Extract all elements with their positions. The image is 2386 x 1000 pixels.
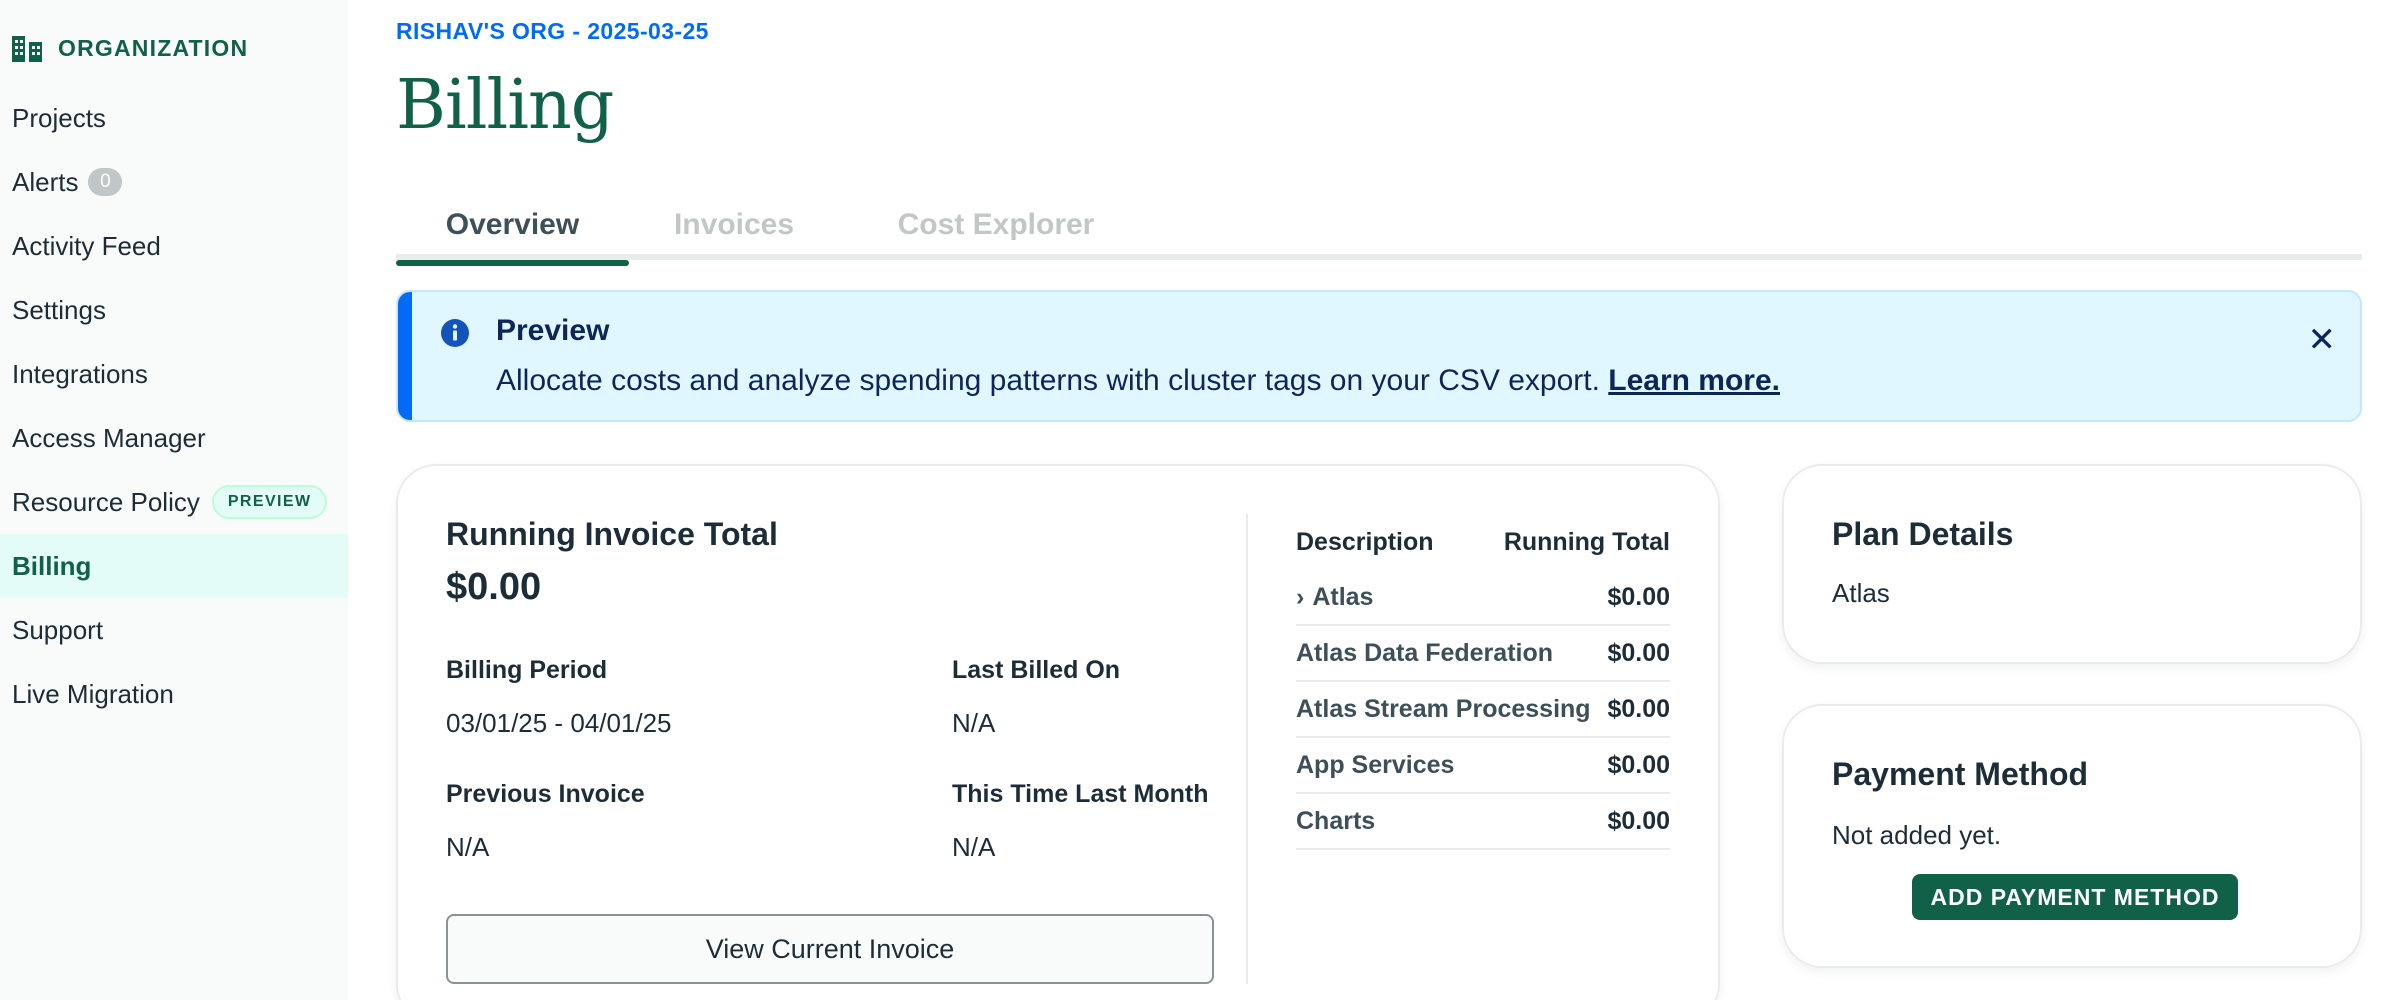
sidebar-item-integrations[interactable]: Integrations <box>0 342 348 406</box>
table-header: Description Running Total <box>1296 528 1670 570</box>
sidebar-item-label: Support <box>12 614 104 645</box>
sidebar-item-label: Integrations <box>12 358 148 389</box>
sidebar: ORGANIZATION Projects Alerts 0 Activity … <box>0 0 348 1000</box>
tab-bar: Overview Invoices Cost Explorer <box>396 190 2362 266</box>
running-invoice-card: Running Invoice Total $0.00 Billing Peri… <box>396 464 1720 1000</box>
view-current-invoice-button[interactable]: View Current Invoice <box>446 914 1214 984</box>
table-row: Charts $0.00 <box>1296 794 1670 850</box>
org-header[interactable]: ORGANIZATION <box>12 34 248 62</box>
row-description: App Services <box>1296 750 1455 779</box>
payment-method-status: Not added yet. <box>1832 820 2002 850</box>
column-header-running-total: Running Total <box>1503 528 1670 556</box>
table-row[interactable]: › Atlas $0.00 <box>1296 570 1670 626</box>
add-payment-method-button[interactable]: ADD PAYMENT METHOD <box>1912 874 2238 920</box>
payment-method-card: Payment Method Not added yet. ADD PAYMEN… <box>1782 704 2362 968</box>
row-description: Atlas Data Federation <box>1296 638 1554 667</box>
row-total: $0.00 <box>1607 638 1670 667</box>
previous-invoice-value: N/A <box>446 832 490 862</box>
row-total: $0.00 <box>1607 806 1670 835</box>
last-billed-value: N/A <box>952 708 996 738</box>
preview-badge: PREVIEW <box>211 485 328 519</box>
chevron-right-icon[interactable]: › <box>1296 583 1304 612</box>
sidebar-item-support[interactable]: Support <box>0 598 348 662</box>
plan-details-title: Plan Details <box>1832 516 2014 552</box>
close-icon[interactable]: ✕ <box>2308 320 2337 360</box>
row-description: › Atlas <box>1296 583 1373 612</box>
preview-banner: Preview Allocate costs and analyze spend… <box>396 290 2362 422</box>
tab-cost-explorer[interactable]: Cost Explorer <box>876 190 1116 260</box>
sidebar-item-label: Projects <box>12 102 106 133</box>
org-title: ORGANIZATION <box>58 34 249 61</box>
sidebar-item-alerts[interactable]: Alerts 0 <box>0 150 348 214</box>
row-total: $0.00 <box>1607 582 1670 611</box>
plan-name: Atlas <box>1832 578 1890 608</box>
row-total: $0.00 <box>1607 750 1670 779</box>
tab-overview[interactable]: Overview <box>396 190 629 266</box>
billing-period-value: 03/01/25 - 04/01/25 <box>446 708 672 738</box>
billing-period-label: Billing Period <box>446 656 608 684</box>
this-time-last-month-label: This Time Last Month <box>952 780 1209 808</box>
building-icon <box>12 34 44 62</box>
banner-accent-bar <box>398 292 412 420</box>
previous-invoice-label: Previous Invoice <box>446 780 645 808</box>
learn-more-link[interactable]: Learn more. <box>1608 364 1780 397</box>
row-description: Charts <box>1296 806 1376 835</box>
sidebar-item-access-manager[interactable]: Access Manager <box>0 406 348 470</box>
banner-message: Allocate costs and analyze spending patt… <box>496 364 1780 398</box>
sidebar-item-label: Billing <box>12 550 92 581</box>
running-invoice-title: Running Invoice Total <box>446 516 778 552</box>
sidebar-item-label: Access Manager <box>12 422 206 453</box>
sidebar-item-label: Activity Feed <box>12 230 161 261</box>
plan-details-card: Plan Details Atlas <box>1782 464 2362 664</box>
table-row: App Services $0.00 <box>1296 738 1670 794</box>
sidebar-item-resource-policy[interactable]: Resource Policy PREVIEW <box>0 470 348 534</box>
sidebar-item-label: Live Migration <box>12 678 174 709</box>
sidebar-item-billing[interactable]: Billing <box>0 534 348 598</box>
sidebar-item-label: Alerts <box>12 166 79 197</box>
row-total: $0.00 <box>1607 694 1670 723</box>
running-total-table: Description Running Total › Atlas $0.00 A… <box>1296 528 1670 850</box>
running-invoice-total: $0.00 <box>446 566 542 608</box>
page-title: Billing <box>396 66 614 145</box>
sidebar-item-settings[interactable]: Settings <box>0 278 348 342</box>
card-divider <box>1246 514 1248 984</box>
payment-method-title: Payment Method <box>1832 756 2089 792</box>
row-description-text: Atlas <box>1312 582 1374 611</box>
sidebar-item-activity-feed[interactable]: Activity Feed <box>0 214 348 278</box>
info-icon <box>440 318 470 353</box>
alerts-count-badge: 0 <box>88 168 123 196</box>
table-row: Atlas Stream Processing $0.00 <box>1296 682 1670 738</box>
banner-title: Preview <box>496 314 610 347</box>
this-time-last-month-value: N/A <box>952 832 996 862</box>
row-description: Atlas Stream Processing <box>1296 694 1591 723</box>
sidebar-item-label: Settings <box>12 294 106 325</box>
table-row: Atlas Data Federation $0.00 <box>1296 626 1670 682</box>
sidebar-item-live-migration[interactable]: Live Migration <box>0 662 348 726</box>
banner-message-text: Allocate costs and analyze spending patt… <box>496 364 1600 397</box>
sidebar-item-projects[interactable]: Projects <box>0 86 348 150</box>
breadcrumb[interactable]: RISHAV'S ORG - 2025-03-25 <box>396 18 709 45</box>
last-billed-label: Last Billed On <box>952 656 1121 684</box>
sidebar-item-label: Resource Policy <box>12 486 200 517</box>
column-header-description: Description <box>1296 528 1434 556</box>
tab-invoices[interactable]: Invoices <box>629 190 839 260</box>
